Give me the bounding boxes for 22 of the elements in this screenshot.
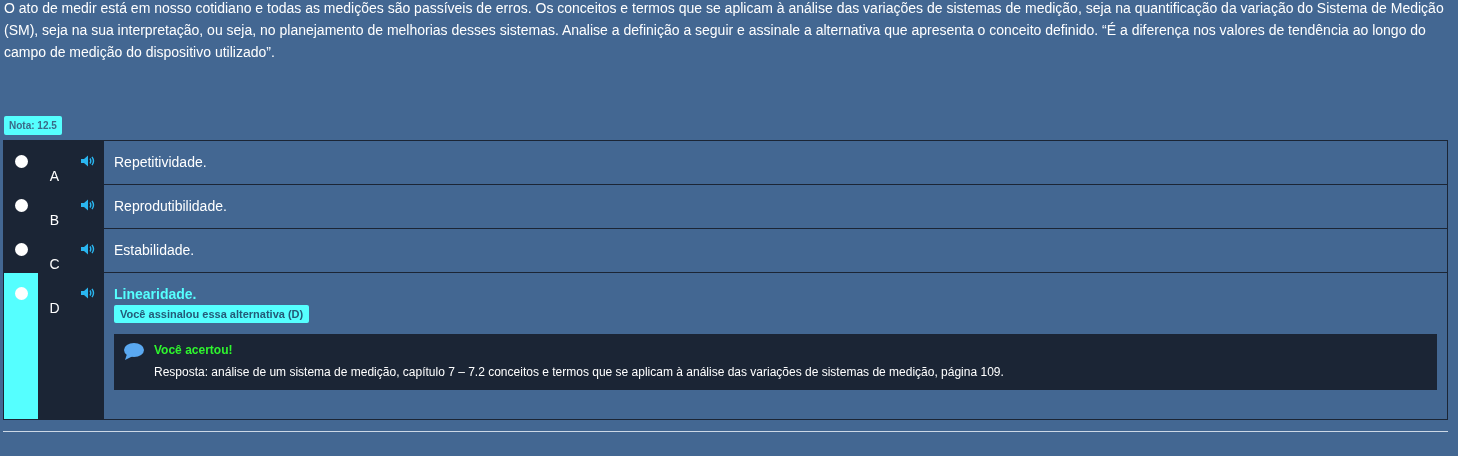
speech-bubble-icon xyxy=(124,343,144,360)
option-text[interactable]: Linearidade. xyxy=(114,285,1437,303)
option-letter: C xyxy=(49,255,60,272)
speaker-icon[interactable] xyxy=(80,287,95,299)
radio-button[interactable] xyxy=(14,155,28,168)
option-text[interactable]: Estabilidade. xyxy=(114,241,1437,259)
radio-button[interactable] xyxy=(14,199,28,212)
radio-button[interactable] xyxy=(14,243,28,256)
option-letter: D xyxy=(49,299,60,316)
feedback-text: Resposta: análise de um sistema de medição, capítulo 7 – 7.2 conceitos e termos que se aplicam à análise das variações de sistemas de medição, página 109. xyxy=(154,365,1004,379)
option-letter: B xyxy=(49,211,60,228)
radio-button[interactable] xyxy=(14,287,28,300)
question-text: O ato de medir está em nosso cotidiano e todas as medições são passíveis de erros. Os conceitos e termos que se aplicam à análise das variações de sistemas de medição, seja na quantificação da variação do Sistema de Medição (SM), seja na sua interpretação, ou seja, no planejamento de melhorias desses sistemas. Analise a definição a seguir e assinale a alternativa que apresenta o conceito definido. “É a diferença nos valores de tendência ao longo do campo de medição do dispositivo utilizado”. xyxy=(3,0,1445,62)
option-letter: A xyxy=(49,167,60,184)
speaker-icon[interactable] xyxy=(80,155,95,167)
speaker-icon[interactable] xyxy=(80,199,95,211)
option-text[interactable]: Repetitividade. xyxy=(114,153,1437,171)
selection-badge: Você assinalou essa alternativa (D) xyxy=(114,305,310,323)
speaker-icon[interactable] xyxy=(80,243,95,255)
option-text[interactable]: Reprodutibilidade. xyxy=(114,197,1437,215)
grade-badge: Nota: 12.5 xyxy=(4,116,62,135)
feedback-title: Você acertou! xyxy=(154,343,234,357)
